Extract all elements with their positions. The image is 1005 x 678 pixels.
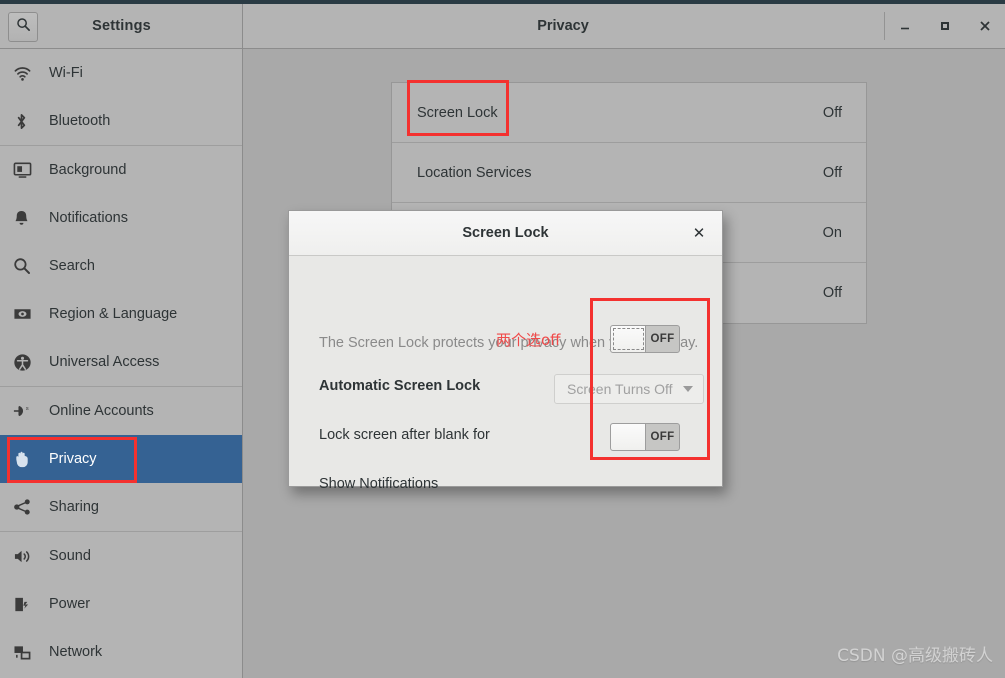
sidebar-item-sharing[interactable]: Sharing (0, 483, 242, 531)
sidebar-item-online-accounts[interactable]: s Online Accounts (0, 387, 242, 435)
row-value: Off (822, 285, 842, 301)
sidebar-item-bluetooth[interactable]: Bluetooth (0, 97, 242, 145)
sidebar-item-power[interactable]: Power (0, 580, 242, 628)
row-value: Off (822, 164, 842, 181)
bluetooth-icon (13, 109, 39, 133)
sidebar-item-background[interactable]: Background (0, 146, 242, 194)
dialog-header: Screen Lock ✕ (289, 211, 722, 256)
sidebar-item-label: Region & Language (49, 305, 178, 322)
sidebar-item-label: Power (49, 595, 91, 612)
sidebar-item-sound[interactable]: Sound (0, 532, 242, 580)
sidebar-item-label: Online Accounts (49, 402, 154, 419)
sidebar-item-label: Bluetooth (49, 112, 111, 129)
window-controls (885, 4, 1005, 48)
sidebar-item-label: Sound (49, 547, 91, 564)
sidebar-item-label: Search (49, 257, 95, 274)
sidebar-item-label: Notifications (49, 209, 128, 226)
toggle-state-label: OFF (650, 431, 675, 443)
dialog-close-icon[interactable]: ✕ (688, 222, 710, 244)
sidebar-item-universal-access[interactable]: Universal Access (0, 338, 242, 386)
titlebar-left-pane: Settings (0, 4, 243, 48)
lock-screen-after-blank-label: Lock screen after blank for (319, 427, 490, 443)
toggle-state-label: OFF (650, 333, 675, 345)
speaker-icon (13, 544, 39, 568)
settings-window: Settings Privacy Wi-Fi Bluetooth Backgro… (0, 0, 1005, 678)
sidebar-item-label: Network (49, 643, 103, 660)
sidebar-item-label: Sharing (49, 498, 99, 515)
lock-screen-after-blank-select[interactable]: Screen Turns Off (554, 374, 704, 404)
background-icon (13, 158, 39, 182)
sidebar-item-label: Privacy (49, 450, 97, 467)
page-title: Privacy (537, 18, 589, 34)
row-value: On (822, 224, 842, 241)
sidebar-item-wifi[interactable]: Wi-Fi (0, 49, 242, 97)
annotation-note: 两个选off (496, 331, 561, 349)
row-label: Screen Lock (417, 104, 498, 121)
network-icon (13, 640, 39, 664)
privacy-row-location-services[interactable]: Location Services Off (392, 143, 866, 203)
sidebar-item-label: Background (49, 161, 127, 178)
select-value: Screen Turns Off (567, 381, 673, 397)
svg-text:s: s (26, 406, 29, 412)
sidebar-item-search[interactable]: Search (0, 242, 242, 290)
maximize-button[interactable] (925, 4, 965, 48)
show-notifications-label: Show Notifications (319, 476, 439, 492)
universal-access-icon (13, 350, 39, 374)
row-value: Off (822, 104, 842, 121)
sidebar-item-region-language[interactable]: Region & Language (0, 290, 242, 338)
row-label: Location Services (417, 164, 532, 181)
wifi-icon (13, 61, 39, 85)
search-icon (13, 254, 39, 278)
search-icon (16, 17, 31, 37)
share-icon (13, 495, 39, 519)
sidebar-item-network[interactable]: Network (0, 628, 242, 676)
sidebar-item-privacy[interactable]: Privacy (0, 435, 242, 483)
hand-icon (13, 447, 39, 471)
sidebar-item-label: Wi-Fi (49, 64, 83, 81)
sidebar: Wi-Fi Bluetooth Background Notifications… (0, 49, 243, 678)
automatic-screen-lock-toggle[interactable]: OFF (610, 325, 680, 353)
show-notifications-toggle[interactable]: OFF (610, 423, 680, 451)
automatic-screen-lock-label: Automatic Screen Lock (319, 378, 481, 394)
online-accounts-icon: s (13, 399, 39, 423)
dialog-body: The Screen Lock protects your privacy wh… (289, 256, 722, 492)
dialog-row-show-notifications: Show Notifications (319, 467, 699, 501)
sidebar-item-notifications[interactable]: Notifications (0, 194, 242, 242)
dialog-title: Screen Lock (462, 225, 549, 241)
bell-icon (13, 206, 39, 230)
privacy-row-screen-lock[interactable]: Screen Lock Off (392, 83, 866, 143)
region-language-icon (13, 302, 39, 326)
toggle-knob (611, 424, 646, 450)
close-button[interactable] (965, 4, 1005, 48)
minimize-button[interactable] (885, 4, 925, 48)
power-battery-icon (13, 592, 39, 616)
titlebar: Settings Privacy (0, 4, 1005, 49)
toggle-knob (611, 326, 646, 352)
sidebar-item-label: Universal Access (49, 353, 160, 370)
chevron-down-icon (683, 386, 693, 392)
search-button[interactable] (8, 12, 38, 42)
